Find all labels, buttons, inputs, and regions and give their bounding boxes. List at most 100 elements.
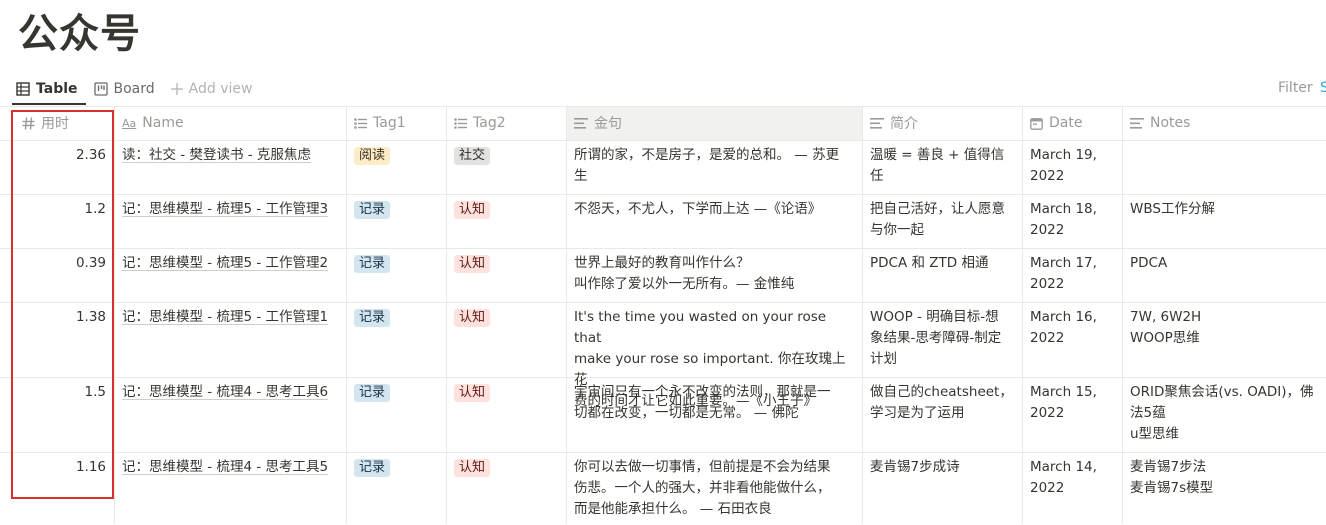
date-cell[interactable]: March 16, 2022 — [1022, 302, 1122, 354]
filter-button[interactable]: Filter — [1278, 80, 1313, 96]
page-link[interactable]: 记：思维模型 - 梳理4 - 思考工具6 — [122, 384, 328, 400]
column-header-label: Tag2 — [473, 115, 506, 131]
tag1-cell[interactable]: 记录 — [346, 194, 446, 225]
column-header-label: Tag1 — [373, 115, 406, 131]
quote-line: 切都在改变，一切都是无常。 — 佛陀 — [574, 405, 799, 421]
page-link[interactable]: 记：思维模型 - 梳理5 - 工作管理1 — [122, 309, 328, 325]
date-line: March 16, — [1030, 309, 1097, 325]
notes-cell[interactable]: ORID聚焦会话(vs. OADI)，佛 法5蕴 u型思维 — [1122, 377, 1326, 450]
intro-line: 计划 — [870, 351, 897, 367]
quote-line: 生 — [574, 168, 588, 184]
column-header-label: 金句 — [594, 116, 622, 132]
tag2-cell[interactable]: 社交 — [446, 140, 566, 171]
notes-line: WBS工作分解 — [1130, 201, 1215, 217]
date-line: 2022 — [1030, 168, 1065, 184]
search-button-partial[interactable]: S — [1320, 80, 1326, 96]
page-link[interactable]: 记：思维模型 - 梳理4 - 思考工具5 — [122, 459, 328, 475]
notes-cell[interactable]: PDCA — [1122, 248, 1326, 279]
column-header-label: 简介 — [890, 116, 918, 132]
intro-cell[interactable]: WOOP - 明确目标-想 象结果-思考障碍-制定 计划 — [862, 302, 1022, 375]
tag-badge: 认知 — [454, 309, 491, 327]
date-line: 2022 — [1030, 222, 1065, 238]
name-cell[interactable]: 读：社交 - 樊登读书 - 克服焦虑 — [114, 140, 346, 171]
page-link[interactable]: 读：社交 - 樊登读书 - 克服焦虑 — [122, 147, 311, 163]
date-line: 2022 — [1030, 405, 1065, 421]
tag1-cell[interactable]: 阅读 — [346, 140, 446, 171]
column-header-name[interactable]: Aa Name — [114, 106, 346, 140]
tag-badge: 社交 — [454, 147, 491, 165]
tag1-cell[interactable]: 记录 — [346, 302, 446, 333]
tag2-cell[interactable]: 认知 — [446, 302, 566, 333]
quote-cell[interactable]: 宇宙间只有一个永不改变的法则，那就是一 切都在改变，一切都是无常。 — 佛陀 — [566, 377, 862, 429]
date-cell[interactable]: March 17, 2022 — [1022, 248, 1122, 300]
notes-cell[interactable]: WBS工作分解 — [1122, 194, 1326, 225]
notes-line: 7W, 6W2H — [1130, 309, 1202, 325]
quote-line: 伤悲。一个人的强大，并非看他能做什么， — [574, 480, 831, 496]
intro-line: 与你一起 — [870, 222, 924, 238]
calendar-icon — [1030, 117, 1043, 130]
intro-cell[interactable]: PDCA 和 ZTD 相通 — [862, 248, 1022, 279]
notes-cell[interactable]: 7W, 6W2H WOOP思维 — [1122, 302, 1326, 354]
intro-line: 温暖 = 善良 + 值得信 — [870, 147, 1005, 163]
quote-line: It's the time you wasted on your rose th… — [574, 309, 827, 346]
quote-cell[interactable]: 你可以去做一切事情，但前提是不会为结果 伤悲。一个人的强大，并非看他能做什么， 而是… — [566, 452, 862, 525]
column-header-label: Date — [1049, 115, 1083, 131]
tag-badge: 认知 — [454, 201, 491, 219]
date-cell[interactable]: March 18, 2022 — [1022, 194, 1122, 246]
text-icon — [1130, 117, 1144, 129]
column-header-intro[interactable]: 简介 — [862, 106, 1022, 140]
active-tab-underline — [12, 103, 86, 105]
tag-badge: 记录 — [354, 384, 391, 402]
date-line: March 18, — [1030, 201, 1097, 217]
tag2-cell[interactable]: 认知 — [446, 452, 566, 483]
notes-line: 麦肯锡7s模型 — [1130, 480, 1214, 496]
notes-line: WOOP思维 — [1130, 330, 1200, 346]
notes-cell[interactable] — [1122, 140, 1326, 150]
name-cell[interactable]: 记：思维模型 - 梳理5 - 工作管理1 — [114, 302, 346, 333]
row-divider — [0, 106, 1326, 107]
quote-cell[interactable]: 世界上最好的教育叫作什么？ 叫作除了爱以外一无所有。— 金惟纯 — [566, 248, 862, 300]
multi-select-icon — [454, 117, 467, 129]
quote-cell[interactable]: 不怨天，不尤人，下学而上达 —《论语》 — [566, 194, 862, 225]
column-header-notes[interactable]: Notes — [1122, 106, 1326, 140]
intro-cell[interactable]: 做自己的cheatsheet， 学习是为了运用 — [862, 377, 1022, 429]
column-header-tag2[interactable]: Tag2 — [446, 106, 566, 140]
intro-line: 做自己的cheatsheet， — [870, 384, 1013, 400]
intro-cell[interactable]: 温暖 = 善良 + 值得信任 — [862, 140, 1022, 192]
date-cell[interactable]: March 19, 2022 — [1022, 140, 1122, 192]
date-line: March 15, — [1030, 384, 1097, 400]
page-link[interactable]: 记：思维模型 - 梳理5 - 工作管理3 — [122, 201, 328, 217]
add-view-button[interactable]: Add view — [170, 74, 253, 104]
tag-badge: 认知 — [454, 459, 491, 477]
tag1-cell[interactable]: 记录 — [346, 377, 446, 408]
name-cell[interactable]: 记：思维模型 - 梳理5 - 工作管理3 — [114, 194, 346, 225]
title-icon: Aa — [122, 116, 137, 130]
tag-badge: 认知 — [454, 384, 491, 402]
notes-line: u型思维 — [1130, 426, 1180, 442]
board-icon — [93, 82, 108, 96]
tag2-cell[interactable]: 认知 — [446, 377, 566, 408]
column-header-quote[interactable]: 金句 — [566, 106, 862, 140]
quote-cell[interactable]: 所谓的家，不是房子，是爱的总和。 — 苏更生 — [566, 140, 862, 192]
column-header-tag1[interactable]: Tag1 — [346, 106, 446, 140]
quote-line: 叫作除了爱以外一无所有。— 金惟纯 — [574, 276, 795, 292]
name-cell[interactable]: 记：思维模型 - 梳理4 - 思考工具5 — [114, 452, 346, 483]
notes-cell[interactable]: 麦肯锡7步法 麦肯锡7s模型 — [1122, 452, 1326, 504]
date-cell[interactable]: March 15, 2022 — [1022, 377, 1122, 429]
intro-cell[interactable]: 把自己活好，让人愿意 与你一起 — [862, 194, 1022, 246]
tag1-cell[interactable]: 记录 — [346, 248, 446, 279]
column-header-label: Notes — [1150, 115, 1191, 131]
tab-table[interactable]: Table — [16, 74, 78, 104]
text-icon — [574, 117, 588, 129]
column-header-date[interactable]: Date — [1022, 106, 1122, 140]
tag1-cell[interactable]: 记录 — [346, 452, 446, 483]
name-cell[interactable]: 记：思维模型 - 梳理5 - 工作管理2 — [114, 248, 346, 279]
date-cell[interactable]: March 14, 2022 — [1022, 452, 1122, 504]
add-view-label: Add view — [188, 81, 253, 97]
tab-board[interactable]: Board — [93, 74, 155, 104]
page-link[interactable]: 记：思维模型 - 梳理5 - 工作管理2 — [122, 255, 328, 271]
name-cell[interactable]: 记：思维模型 - 梳理4 - 思考工具6 — [114, 377, 346, 408]
tag2-cell[interactable]: 认知 — [446, 194, 566, 225]
tag2-cell[interactable]: 认知 — [446, 248, 566, 279]
intro-cell[interactable]: 麦肯锡7步成诗 — [862, 452, 1022, 483]
